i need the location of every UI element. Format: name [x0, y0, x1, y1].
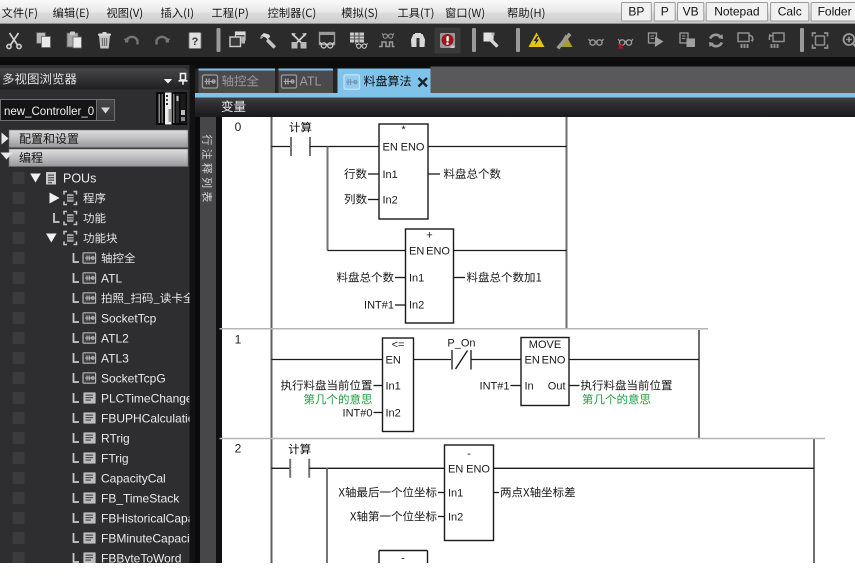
svg-text:POUs: POUs — [63, 171, 96, 185]
svg-text:ENO: ENO — [426, 246, 450, 258]
svg-text:EN: EN — [448, 464, 463, 476]
svg-text:FBMinuteCapacity: FBMinuteCapacity — [101, 531, 199, 545]
svg-text:FBUPHCalculation: FBUPHCalculation — [101, 411, 201, 425]
svg-text:ATL: ATL — [101, 271, 122, 285]
svg-text:EN: EN — [383, 142, 398, 154]
svg-text:1: 1 — [235, 333, 242, 347]
svg-text:MOVE: MOVE — [529, 339, 561, 351]
svg-text:Folder: Folder — [818, 5, 852, 19]
svg-text:0: 0 — [235, 120, 242, 134]
svg-text:In2: In2 — [409, 300, 424, 312]
svg-text:INT#1: INT#1 — [364, 300, 394, 312]
svg-text:FB_TimeStack: FB_TimeStack — [101, 491, 180, 505]
svg-text:BP: BP — [628, 5, 644, 19]
svg-text:FTrig: FTrig — [101, 451, 129, 465]
svg-text:EN: EN — [409, 246, 424, 258]
svg-text:RTrig: RTrig — [101, 431, 130, 445]
svg-text:In1: In1 — [386, 381, 401, 393]
svg-text:*: * — [401, 124, 406, 136]
svg-text:In2: In2 — [448, 512, 463, 524]
svg-text:INT#0: INT#0 — [343, 408, 373, 420]
svg-text:<=: <= — [392, 339, 405, 351]
svg-text:+: + — [426, 230, 432, 242]
svg-text:2: 2 — [235, 442, 242, 456]
svg-text:SocketTcp: SocketTcp — [101, 311, 157, 325]
svg-text:In1: In1 — [409, 273, 424, 285]
svg-text:EN: EN — [525, 355, 540, 367]
svg-text:SocketTcpG: SocketTcpG — [101, 371, 166, 385]
svg-text:In1: In1 — [448, 488, 463, 500]
svg-text:CapacityCal: CapacityCal — [101, 471, 166, 485]
svg-text:In2: In2 — [386, 408, 401, 420]
svg-text:-: - — [467, 448, 471, 460]
svg-text:ATL2: ATL2 — [101, 331, 129, 345]
svg-text:-: - — [401, 553, 405, 565]
svg-text:In1: In1 — [383, 169, 398, 181]
svg-text:PLCTimeChange: PLCTimeChange — [101, 391, 193, 405]
svg-text:In: In — [525, 381, 534, 393]
svg-text:EN: EN — [386, 355, 401, 367]
svg-text:ENO: ENO — [401, 142, 425, 154]
svg-text:?: ? — [192, 36, 199, 48]
svg-text:ATL3: ATL3 — [101, 351, 129, 365]
svg-text:In2: In2 — [383, 195, 398, 207]
svg-text:ENO: ENO — [466, 464, 490, 476]
svg-text:VB: VB — [683, 5, 699, 19]
svg-text:INT#1: INT#1 — [480, 381, 510, 393]
svg-text:ENO: ENO — [542, 355, 566, 367]
svg-text:new_Controller_0: new_Controller_0 — [4, 106, 94, 118]
svg-text:ATL: ATL — [300, 75, 322, 89]
svg-text:P_On: P_On — [447, 338, 475, 350]
svg-text:P: P — [661, 5, 669, 19]
svg-text:Notepad: Notepad — [714, 5, 759, 19]
svg-text:Calc: Calc — [778, 5, 802, 19]
svg-text:Out: Out — [548, 381, 566, 393]
